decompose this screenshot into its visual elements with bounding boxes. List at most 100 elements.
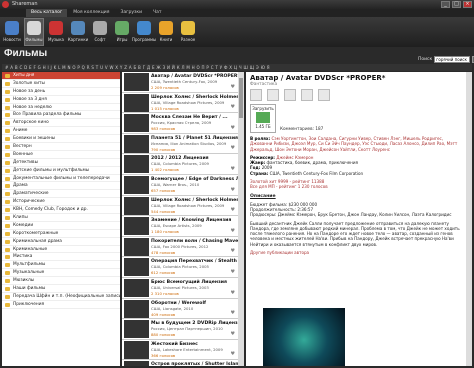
sidebar-item[interactable]: Все Правила раздела фильмы <box>2 111 120 120</box>
cast-list[interactable]: Сэм Уортингтон, Зои Салдана, Сигурни Уив… <box>250 136 457 152</box>
comments-count[interactable]: Комментариев: 187 <box>280 126 323 131</box>
list-item[interactable]: 2012 / 2012 Лицензия США, Columbia Pictur… <box>122 154 238 175</box>
toolbar-item-2[interactable]: Музыка <box>46 18 66 46</box>
more-by-author-link[interactable]: Другие публикации автора <box>250 250 462 255</box>
folder-icon <box>5 279 10 284</box>
heart-icon[interactable]: ♥ <box>231 84 235 90</box>
sidebar-item[interactable]: Новое за 3 дня <box>2 96 120 104</box>
list-item[interactable]: Жестокий Бизнес США, Lakeshore Entertainm… <box>122 340 238 361</box>
sidebar-item[interactable]: Боевики и экшены <box>2 135 120 144</box>
rating-link-2[interactable]: Все для МП - рейтинг 1 230 голосов <box>250 184 462 189</box>
detail-scrollbar[interactable] <box>466 72 472 366</box>
toolbar-item-4[interactable]: Софт <box>90 18 110 46</box>
toolbar-label: Программы <box>131 37 157 42</box>
list-item[interactable]: Мы в будущем 2 DVDRip Лицензия Россия, Це… <box>122 319 238 340</box>
heart-icon[interactable]: ♥ <box>231 269 235 275</box>
search-input[interactable] <box>434 56 471 63</box>
sidebar-item[interactable]: Аниме <box>2 127 120 136</box>
sidebar-item[interactable]: Вестерн <box>2 143 120 151</box>
folder-icon <box>5 105 10 110</box>
sidebar-item[interactable]: Криминальные <box>2 246 120 254</box>
movie-title: Всемогущее / Edge of Darkness Лицензия <box>151 176 238 182</box>
sidebar-item[interactable]: Наши фильмы <box>2 285 120 293</box>
heart-icon[interactable]: ♥ <box>231 310 235 316</box>
list-item[interactable]: Всемогущее / Edge of Darkness ЛицензияСШ… <box>122 175 238 196</box>
list-item[interactable]: Планета 51 / Planet 51 Лицензия Испания, … <box>122 134 238 155</box>
sidebar-item[interactable]: Передача Шфйн и т.п. (Неофициальные запи… <box>2 293 120 301</box>
list-item[interactable]: Покорители волн / Chasing MavericksСША, … <box>122 237 238 258</box>
sidebar-item[interactable]: Документальные фильмы и телепередачи <box>2 175 120 183</box>
maximize-button[interactable]: □ <box>452 1 461 8</box>
list-item[interactable]: Оборотни / Werewolf США, Lionsgate, 2010 4… <box>122 299 238 320</box>
toolbar-item-6[interactable]: Программы <box>131 18 157 46</box>
sidebar-item[interactable]: Криминальная драма <box>2 238 120 246</box>
sidebar-item[interactable]: Исторические <box>2 198 120 207</box>
director-value[interactable]: Джеймс Кэмерон <box>276 155 313 160</box>
sidebar-item[interactable]: Новое за день <box>2 88 120 96</box>
movie-list-scrollbar[interactable] <box>238 72 244 366</box>
toolbar-item-0[interactable]: Новости <box>2 18 22 46</box>
scroll-thumb[interactable] <box>239 78 243 118</box>
tab-chat[interactable]: Чат <box>148 9 166 17</box>
folder-icon <box>5 247 10 252</box>
heart-icon[interactable]: ♥ <box>231 145 235 151</box>
sidebar-item[interactable]: Детские фильмы и мультфильмы <box>2 167 120 175</box>
heart-icon[interactable]: ♥ <box>231 104 235 110</box>
tab-my-collection[interactable]: Моя коллекция <box>68 9 114 17</box>
heart-icon[interactable]: ♥ <box>231 351 235 357</box>
list-item[interactable]: Шерлок Холмс / Sherlock Holmes DVDСША, V… <box>122 196 238 217</box>
sidebar-item[interactable]: Детективы <box>2 159 120 167</box>
list-item[interactable]: Москва Слезам Не Верит / ... Россия, Крас… <box>122 113 238 134</box>
sidebar-item[interactable]: Новое за неделю <box>2 104 120 112</box>
heart-icon[interactable]: ♥ <box>231 166 235 172</box>
bookmark-icon[interactable] <box>267 89 279 101</box>
heart-icon[interactable]: ♥ <box>231 187 235 193</box>
sidebar-item[interactable]: Драма <box>2 182 120 191</box>
sidebar-item[interactable]: Мистика <box>2 253 120 262</box>
heart-icon[interactable]: ♥ <box>231 207 235 213</box>
heart-icon[interactable]: ♥ <box>231 331 235 337</box>
download-button[interactable]: Загрузить 1.45 ГБ <box>250 104 276 133</box>
sidebar-item[interactable]: Музыкальные <box>2 269 120 278</box>
sidebar-item[interactable]: Приключения <box>2 301 120 309</box>
sidebar-item[interactable]: Хиты дня <box>2 72 120 80</box>
list-item[interactable]: Аватар / Avatar DVDScr *PROPER* США, Twen… <box>122 72 238 93</box>
heart-icon[interactable]: ♥ <box>231 248 235 254</box>
sidebar-item[interactable]: КВН, Comedy Club, Городок и др. <box>2 206 120 215</box>
list-item[interactable]: Остров проклятых / Shutter IslandСША, Pa… <box>122 360 238 366</box>
alphabet-filter[interactable]: # A B C D E F G H I J K L M N O P Q R S … <box>2 64 472 71</box>
sidebar-item[interactable]: Золотые хиты <box>2 80 120 88</box>
toolbar-item-5[interactable]: Игры <box>112 18 132 46</box>
play-icon[interactable] <box>250 89 262 101</box>
sidebar-item[interactable]: Короткометражные <box>2 230 120 238</box>
list-item[interactable]: Знамение / Knowing Лицензия США, Escape A… <box>122 216 238 237</box>
toolbar-item-3[interactable]: Картинки <box>68 18 88 46</box>
delete-icon[interactable] <box>318 89 330 101</box>
heart-icon[interactable]: ♥ <box>231 228 235 234</box>
sidebar-item[interactable]: Комедии <box>2 222 120 230</box>
toolbar-item-7[interactable]: Книги <box>156 18 176 46</box>
list-item[interactable]: Брюс Всемогущий Лицензия США, Universal P… <box>122 278 238 299</box>
movie-info: Испания, Ilion Animation Studios, 2009 <box>151 140 227 146</box>
sidebar-item[interactable]: Мюзиклы <box>2 277 120 286</box>
sidebar-item[interactable]: Драматические <box>2 190 120 199</box>
heart-icon[interactable]: ♥ <box>231 290 235 296</box>
list-item[interactable]: Операция Перехватчик / Stealth США, Colum… <box>122 257 238 278</box>
toolbar-item-8[interactable]: Разное <box>178 18 198 46</box>
sidebar-item[interactable]: Авторское кино <box>2 119 120 128</box>
list-item[interactable]: Шерлок Холмс / Sherlock Holmes DVDScrСША… <box>122 93 238 114</box>
tab-all-catalog[interactable]: Весь каталог <box>26 9 68 17</box>
sidebar-item[interactable]: Мультфильмы <box>2 261 120 270</box>
sidebar-item[interactable]: Клипы <box>2 214 120 222</box>
minimize-button[interactable]: _ <box>441 1 450 8</box>
share-icon[interactable] <box>301 89 313 101</box>
toolbar-item-1[interactable]: Фильмы <box>24 18 44 46</box>
heart-icon[interactable]: ♥ <box>231 125 235 131</box>
sidebar-item-label: Музыкальные <box>13 270 45 276</box>
close-button[interactable]: × <box>463 1 472 8</box>
tab-downloads[interactable]: Загрузки <box>115 9 147 17</box>
detail-category: Фантастика <box>250 82 278 87</box>
edit-icon[interactable] <box>284 89 296 101</box>
folder-icon <box>5 294 10 299</box>
sidebar-item[interactable]: Военные <box>2 151 120 159</box>
